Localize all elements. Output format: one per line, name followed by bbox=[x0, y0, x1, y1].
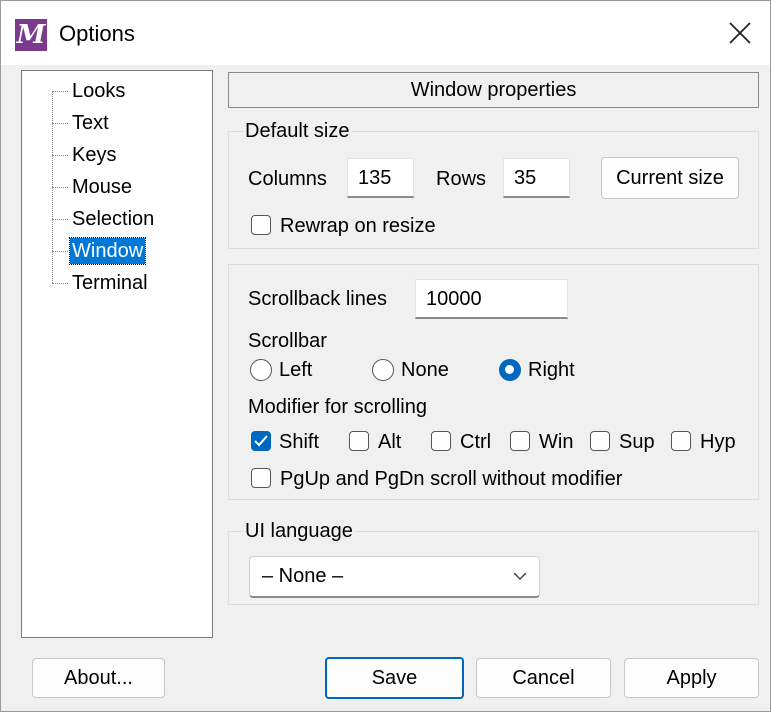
close-icon bbox=[729, 22, 751, 44]
scrollbar-right-label: Right bbox=[528, 359, 575, 381]
rows-field[interactable]: 35 bbox=[503, 158, 570, 198]
rewrap-label: Rewrap on resize bbox=[280, 215, 436, 237]
scrollbar-left-radio[interactable] bbox=[250, 359, 272, 381]
save-button[interactable]: Save bbox=[325, 657, 464, 699]
columns-label: Columns bbox=[248, 168, 327, 190]
pgup-pgdn-label: PgUp and PgDn scroll without modifier bbox=[280, 468, 623, 490]
tree-branch bbox=[52, 187, 68, 188]
scrollbar-none-radio[interactable] bbox=[372, 359, 394, 381]
options-dialog: M Options Looks Text Keys Mouse Selectio… bbox=[0, 0, 771, 712]
close-button[interactable] bbox=[710, 1, 770, 65]
tree-branch bbox=[52, 91, 68, 92]
alt-checkbox[interactable] bbox=[349, 431, 369, 451]
tree-item-text[interactable]: Text bbox=[70, 110, 111, 136]
rows-label: Rows bbox=[436, 168, 487, 190]
win-label: Win bbox=[539, 431, 574, 453]
hyp-label: Hyp bbox=[700, 431, 736, 453]
tree-item-keys[interactable]: Keys bbox=[70, 142, 118, 168]
hyp-checkbox[interactable] bbox=[671, 431, 691, 451]
shift-label: Shift bbox=[279, 431, 320, 453]
scrollbar-left-label: Left bbox=[279, 359, 313, 381]
win-checkbox[interactable] bbox=[510, 431, 530, 451]
ui-language-value: – None – bbox=[262, 565, 344, 587]
modifier-label: Modifier for scrolling bbox=[248, 396, 427, 418]
cancel-button[interactable]: Cancel bbox=[476, 658, 611, 698]
tree-item-mouse[interactable]: Mouse bbox=[70, 174, 134, 200]
panel-header: Window properties bbox=[228, 72, 759, 108]
title-bar: M Options bbox=[1, 1, 770, 65]
pgup-pgdn-checkbox[interactable] bbox=[251, 468, 271, 488]
scrollbar-label: Scrollbar bbox=[248, 330, 327, 352]
app-logo-icon: M bbox=[15, 19, 47, 51]
window-title: Options bbox=[59, 21, 135, 46]
about-button[interactable]: About... bbox=[32, 658, 165, 698]
tree-branch bbox=[52, 123, 68, 124]
checkmark-icon bbox=[254, 435, 268, 447]
tree-item-looks[interactable]: Looks bbox=[70, 78, 127, 104]
scrollback-field[interactable]: 10000 bbox=[415, 279, 568, 319]
rewrap-checkbox[interactable] bbox=[251, 215, 271, 235]
tree-item-selection[interactable]: Selection bbox=[70, 206, 156, 232]
apply-button[interactable]: Apply bbox=[624, 658, 759, 698]
tree-branch bbox=[52, 155, 68, 156]
columns-field[interactable]: 135 bbox=[347, 158, 414, 198]
tree-item-terminal[interactable]: Terminal bbox=[70, 270, 150, 296]
category-tree[interactable]: Looks Text Keys Mouse Selection Window T… bbox=[21, 70, 213, 638]
shift-checkbox[interactable] bbox=[251, 431, 271, 451]
scrollback-label: Scrollback lines bbox=[248, 288, 387, 310]
ui-language-label: UI language bbox=[243, 520, 355, 542]
chevron-down-icon bbox=[513, 572, 527, 581]
alt-label: Alt bbox=[378, 431, 402, 453]
scrollbar-right-radio[interactable] bbox=[499, 359, 521, 381]
sup-label: Sup bbox=[619, 431, 655, 453]
ui-language-select[interactable]: – None – bbox=[249, 556, 540, 598]
ctrl-label: Ctrl bbox=[460, 431, 492, 453]
sup-checkbox[interactable] bbox=[590, 431, 610, 451]
ctrl-checkbox[interactable] bbox=[431, 431, 451, 451]
current-size-button[interactable]: Current size bbox=[601, 157, 739, 199]
scrollbar-none-label: None bbox=[401, 359, 449, 381]
tree-branch bbox=[52, 251, 68, 252]
tree-item-window[interactable]: Window bbox=[68, 237, 147, 265]
tree-branch bbox=[52, 283, 68, 284]
tree-branch bbox=[52, 219, 68, 220]
default-size-label: Default size bbox=[243, 120, 352, 142]
